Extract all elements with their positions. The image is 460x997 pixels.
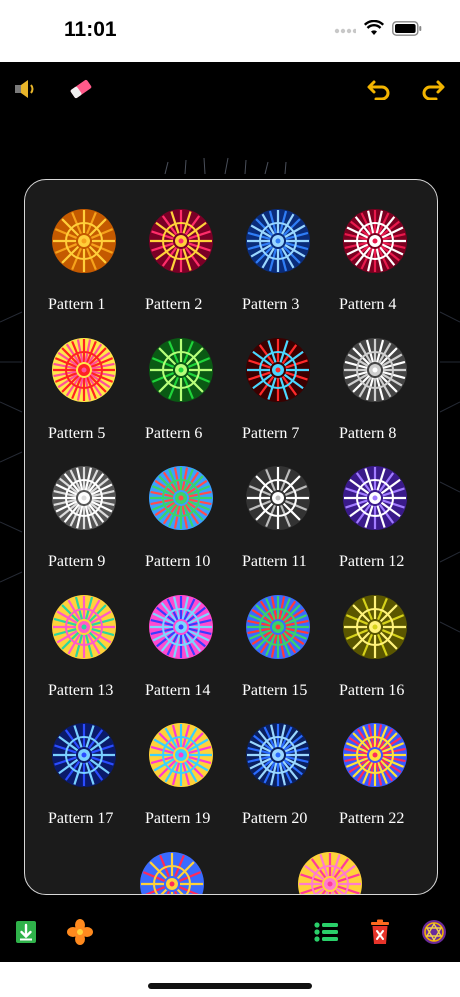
badge-icon xyxy=(421,919,447,950)
pattern-option[interactable]: Pattern 2 xyxy=(132,208,230,336)
pattern-thumbnail xyxy=(246,337,310,402)
pattern-thumbnail xyxy=(343,337,407,402)
home-area xyxy=(0,962,460,997)
pattern-picker-panel: Pattern 1 Pattern 2 Pattern 3 Pattern 4 Patt… xyxy=(24,179,438,895)
pattern-thumbnail xyxy=(52,723,116,787)
pattern-label: Pattern 11 xyxy=(242,553,307,570)
download-icon xyxy=(15,920,37,949)
pattern-label: Pattern 5 xyxy=(48,424,106,442)
delete-icon xyxy=(369,919,391,950)
status-time: 11:01 xyxy=(64,18,117,41)
flower-icon xyxy=(67,918,93,950)
pattern-thumbnail xyxy=(140,851,204,894)
pattern-thumbnail xyxy=(52,337,116,402)
pattern-thumbnail xyxy=(149,594,213,659)
pattern-thumbnail xyxy=(52,209,116,273)
pattern-option[interactable] xyxy=(123,851,221,894)
pattern-option[interactable]: Pattern 16 xyxy=(326,594,424,722)
pattern-label: Pattern 19 xyxy=(145,810,211,827)
pattern-thumbnail xyxy=(149,209,213,273)
pattern-thumbnail xyxy=(149,466,213,530)
pattern-thumbnail xyxy=(149,723,213,787)
pattern-label: Pattern 6 xyxy=(145,424,203,442)
pattern-thumbnail xyxy=(149,337,213,402)
pattern-label: Pattern 9 xyxy=(48,553,106,570)
redo-icon xyxy=(420,78,446,105)
pattern-label: Pattern 13 xyxy=(48,681,114,699)
pattern-thumbnail xyxy=(343,209,407,273)
eraser-button[interactable] xyxy=(66,76,96,106)
pattern-label: Pattern 15 xyxy=(242,681,308,699)
pattern-option[interactable]: Pattern 15 xyxy=(229,594,327,722)
pattern-option[interactable]: Pattern 14 xyxy=(132,594,230,722)
pattern-thumbnail xyxy=(343,466,407,530)
status-bar: 11:01 xyxy=(0,0,460,62)
pattern-label: Pattern 8 xyxy=(339,424,397,442)
pattern-label: Pattern 2 xyxy=(145,296,203,313)
pattern-option[interactable]: Pattern 19 xyxy=(132,722,230,850)
pattern-thumbnail xyxy=(246,209,310,273)
list-icon xyxy=(313,921,339,948)
pattern-label: Pattern 20 xyxy=(242,810,308,827)
save-button[interactable] xyxy=(12,920,40,948)
battery-icon xyxy=(392,20,422,41)
pattern-option[interactable]: Pattern 6 xyxy=(132,337,230,465)
pattern-option[interactable]: Pattern 10 xyxy=(132,465,230,593)
pattern-option[interactable]: Pattern 7 xyxy=(229,337,327,465)
pattern-option[interactable]: Pattern 4 xyxy=(326,208,424,336)
pattern-label: Pattern 16 xyxy=(339,681,405,699)
pattern-label: Pattern 1 xyxy=(48,296,106,313)
pattern-option[interactable]: Pattern 13 xyxy=(35,594,133,722)
wifi-icon xyxy=(363,19,385,41)
status-icons xyxy=(334,19,422,41)
signal-icon xyxy=(334,21,358,40)
pattern-thumbnail xyxy=(343,723,407,787)
undo-button[interactable] xyxy=(364,76,394,106)
delete-button[interactable] xyxy=(366,919,394,950)
redo-button[interactable] xyxy=(418,76,448,106)
pattern-button[interactable] xyxy=(66,918,94,950)
menu-button[interactable] xyxy=(312,920,340,948)
pattern-option[interactable]: Pattern 17 xyxy=(35,722,133,850)
pattern-option[interactable]: Pattern 22 xyxy=(326,722,424,850)
pattern-thumbnail xyxy=(246,594,310,659)
pattern-option[interactable]: Pattern 20 xyxy=(229,722,327,850)
pattern-label: Pattern 17 xyxy=(48,810,114,827)
pattern-option[interactable]: Pattern 3 xyxy=(229,208,327,336)
pattern-option[interactable]: Pattern 8 xyxy=(326,337,424,465)
pattern-option[interactable]: Pattern 11 xyxy=(229,465,327,593)
pattern-thumbnail xyxy=(52,594,116,659)
sound-button[interactable] xyxy=(10,76,40,106)
pattern-label: Pattern 14 xyxy=(145,681,211,699)
pattern-label: Pattern 12 xyxy=(339,553,405,570)
pattern-option[interactable]: Pattern 12 xyxy=(326,465,424,593)
pattern-label: Pattern 22 xyxy=(339,810,405,827)
pattern-option[interactable]: Pattern 1 xyxy=(35,208,133,336)
pattern-thumbnail xyxy=(298,851,362,894)
undo-icon xyxy=(366,78,392,105)
pattern-thumbnail xyxy=(246,466,310,530)
home-indicator[interactable] xyxy=(148,983,312,989)
pattern-label: Pattern 3 xyxy=(242,296,300,313)
eraser-icon xyxy=(68,78,94,105)
pattern-thumbnail xyxy=(246,723,310,787)
pattern-label: Pattern 4 xyxy=(339,296,397,313)
sound-icon xyxy=(13,79,37,104)
pattern-thumbnail xyxy=(343,594,407,659)
pattern-option[interactable]: Pattern 9 xyxy=(35,465,133,593)
pattern-label: Pattern 7 xyxy=(242,424,300,442)
premium-button[interactable] xyxy=(420,919,448,950)
pattern-option[interactable] xyxy=(281,851,379,894)
pattern-thumbnail xyxy=(52,466,116,530)
pattern-option[interactable]: Pattern 5 xyxy=(35,337,133,465)
pattern-label: Pattern 10 xyxy=(145,553,211,570)
